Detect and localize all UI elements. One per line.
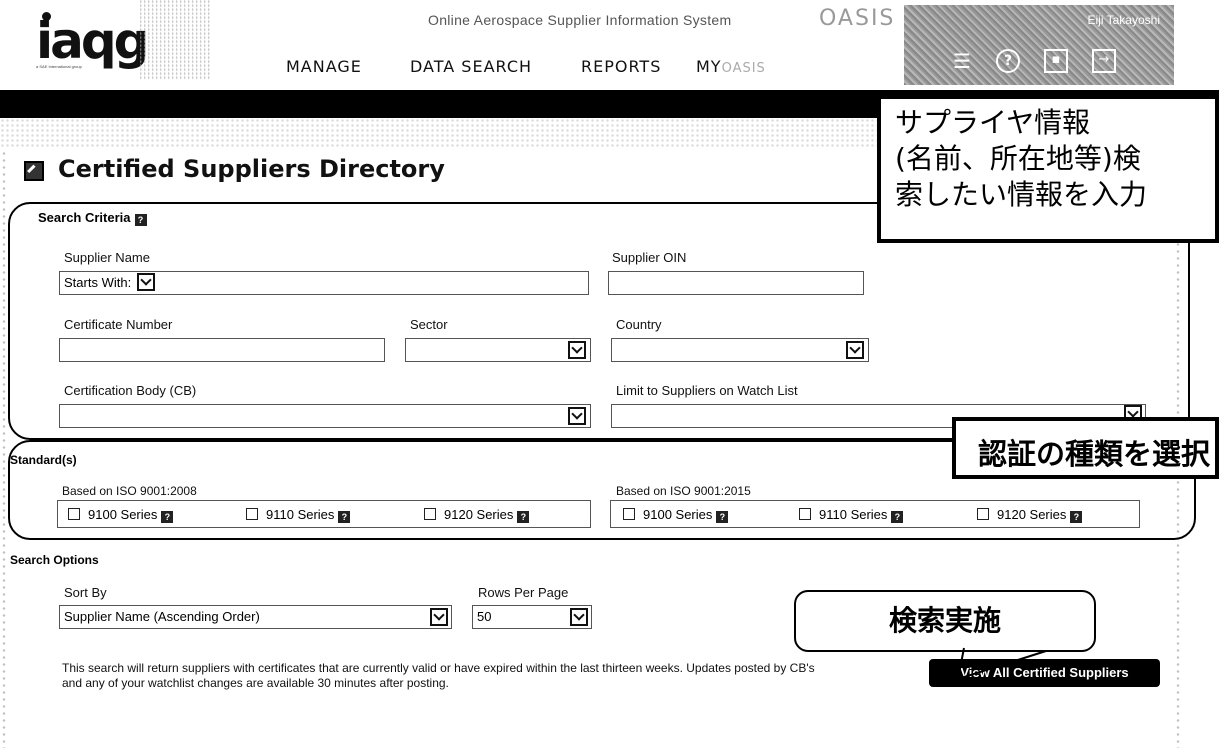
- help-icon[interactable]: ?: [891, 511, 904, 523]
- help-icon[interactable]: ?: [716, 511, 729, 523]
- left-edge-texture: [2, 150, 6, 748]
- search-criteria-title: Search Criteria?: [38, 210, 147, 226]
- checkbox-icon[interactable]: [977, 508, 989, 520]
- nav-myoasis[interactable]: MYOASIS: [696, 57, 766, 76]
- standards-title: Standard(s): [10, 453, 77, 467]
- help-icon[interactable]: ?: [517, 511, 530, 523]
- supplier-name-mode: Starts With:: [64, 275, 132, 290]
- chevron-down-icon[interactable]: [568, 341, 586, 359]
- user-panel: Eiji Takayoshi ☰ ? ▪ →: [904, 5, 1174, 85]
- supplier-oin-label: Supplier OIN: [612, 250, 687, 265]
- supplier-name-input[interactable]: Starts With:: [59, 271, 589, 295]
- logo-texture: [140, 0, 210, 80]
- nav-myoasis-prefix: MY: [696, 57, 722, 76]
- sort-by-label: Sort By: [64, 585, 107, 600]
- iso-2015-options: 9100 Series? 9110 Series? 9120 Series?: [610, 500, 1140, 528]
- checkbox-icon[interactable]: [246, 508, 258, 520]
- iso-2008-label: Based on ISO 9001:2008: [62, 484, 197, 498]
- search-note: This search will return suppliers with c…: [62, 661, 815, 690]
- checkbox-2008-9100[interactable]: 9100 Series?: [68, 507, 174, 523]
- rows-per-page-value: 50: [477, 609, 492, 624]
- nav-manage[interactable]: MANAGE: [286, 57, 362, 76]
- user-name[interactable]: Eiji Takayoshi: [1088, 13, 1160, 27]
- watchlist-label: Limit to Suppliers on Watch List: [616, 383, 798, 398]
- sort-by-select[interactable]: Supplier Name (Ascending Order): [59, 605, 452, 629]
- chevron-down-icon[interactable]: [137, 273, 156, 291]
- system-title: Online Aerospace Supplier Information Sy…: [428, 12, 732, 28]
- chevron-down-icon[interactable]: [846, 341, 864, 359]
- supplier-oin-input[interactable]: [608, 271, 864, 295]
- chevron-down-icon[interactable]: [430, 608, 448, 626]
- chevron-down-icon[interactable]: [570, 608, 588, 626]
- checkbox-icon[interactable]: [799, 508, 811, 520]
- help-icon[interactable]: ?: [1070, 511, 1083, 523]
- nav-myoasis-suffix: OASIS: [721, 61, 766, 76]
- series-9110-label: 9110 Series: [266, 507, 335, 522]
- annotation-search-run: 検索実施: [794, 590, 1096, 652]
- checkbox-2008-9110[interactable]: 9110 Series?: [246, 507, 351, 523]
- checkbox-2015-9120[interactable]: 9120 Series?: [977, 507, 1083, 523]
- series-9100-label: 9100 Series: [643, 507, 713, 522]
- checkbox-2015-9100[interactable]: 9100 Series?: [623, 507, 729, 523]
- annotation-standard-select: 認証の種類を選択: [952, 417, 1219, 479]
- app-header: iaqg a SAE International group Online Ae…: [0, 0, 1219, 90]
- checkbox-2015-9110[interactable]: 9110 Series?: [799, 507, 904, 523]
- system-acronym: OASIS: [819, 6, 896, 31]
- annotation-line-2: (名前、所在地等)検: [895, 142, 1141, 175]
- series-9120-label: 9120 Series: [997, 507, 1067, 522]
- search-options-title: Search Options: [10, 553, 99, 567]
- cb-select[interactable]: [59, 404, 591, 428]
- supplier-name-label: Supplier Name: [64, 250, 150, 265]
- series-9100-label: 9100 Series: [88, 507, 158, 522]
- checkbox-icon[interactable]: [623, 508, 635, 520]
- help-icon[interactable]: ?: [338, 511, 351, 523]
- profile-icon[interactable]: ▪: [1044, 49, 1068, 73]
- view-all-suppliers-button[interactable]: View All Certified Suppliers: [929, 659, 1160, 687]
- certificate-number-input[interactable]: [59, 338, 385, 362]
- header-texture: [0, 118, 880, 148]
- certificate-number-label: Certificate Number: [64, 317, 173, 332]
- help-icon[interactable]: ?: [996, 49, 1020, 73]
- logo-text: iaqg: [36, 12, 149, 70]
- edit-icon: [24, 161, 44, 181]
- checkbox-icon[interactable]: [424, 508, 436, 520]
- checkbox-2008-9120[interactable]: 9120 Series?: [424, 507, 530, 523]
- sort-by-value: Supplier Name (Ascending Order): [64, 609, 260, 624]
- annotation-line-3: 索したい情報を入力: [895, 178, 1148, 211]
- search-criteria-label: Search Criteria: [38, 210, 131, 225]
- nav-reports[interactable]: REPORTS: [581, 57, 661, 76]
- iso-2015-label: Based on ISO 9001:2015: [616, 484, 751, 498]
- sector-select[interactable]: [405, 338, 591, 362]
- checkbox-icon[interactable]: [68, 508, 80, 520]
- sector-label: Sector: [410, 317, 448, 332]
- country-select[interactable]: [611, 338, 869, 362]
- nav-data-search[interactable]: DATA SEARCH: [410, 57, 532, 76]
- help-icon[interactable]: ?: [161, 511, 174, 523]
- iaqg-logo[interactable]: iaqg a SAE International group: [30, 12, 149, 70]
- iso-2008-options: 9100 Series? 9110 Series? 9120 Series?: [57, 500, 591, 528]
- logo-subtext: a SAE International group: [36, 64, 82, 69]
- logout-icon[interactable]: →: [1092, 49, 1116, 73]
- annotation-supplier-info: サプライヤ情報 (名前、所在地等)検 索したい情報を入力: [877, 95, 1219, 243]
- series-9120-label: 9120 Series: [444, 507, 514, 522]
- rows-per-page-label: Rows Per Page: [478, 585, 569, 600]
- series-9110-label: 9110 Series: [819, 507, 888, 522]
- country-label: Country: [616, 317, 662, 332]
- help-icon[interactable]: ?: [134, 214, 147, 226]
- chevron-down-icon[interactable]: [568, 407, 586, 425]
- menu-icon[interactable]: ☰: [950, 49, 974, 73]
- page-title: Certified Suppliers Directory: [58, 155, 445, 183]
- cb-label: Certification Body (CB): [64, 383, 197, 398]
- annotation-line-1: サプライヤ情報: [895, 106, 1091, 139]
